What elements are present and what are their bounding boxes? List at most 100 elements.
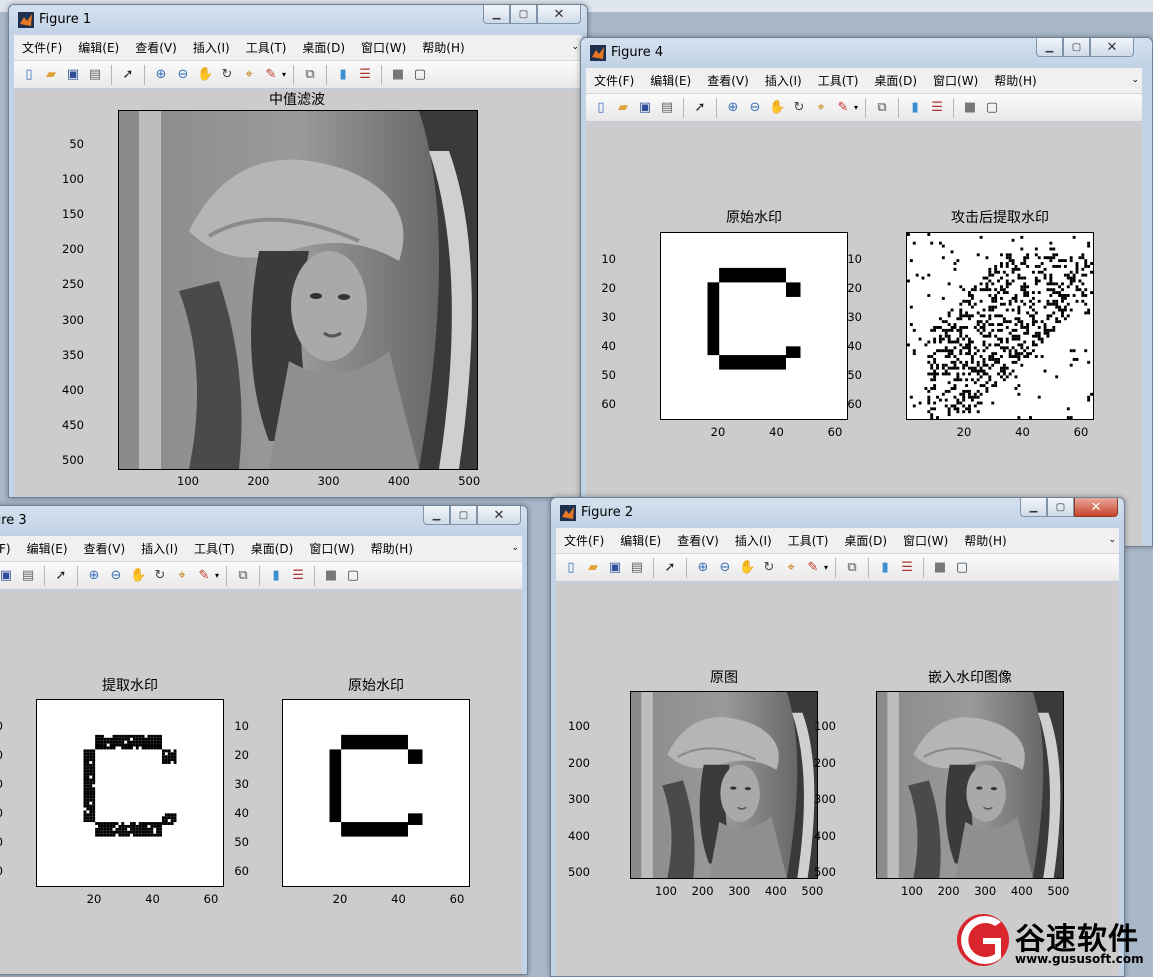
title-bar[interactable]: Figure 2 ▁ ▢ ✕ (551, 498, 1124, 528)
pointer-icon[interactable]: ➚ (53, 568, 69, 584)
menu-item[interactable]: 文件(F) (556, 532, 612, 549)
menu-item[interactable]: 桌面(D) (836, 532, 895, 549)
original-watermark-axes[interactable] (282, 699, 470, 887)
zoom-in-icon[interactable]: ⊕ (153, 67, 169, 83)
link-plot-icon[interactable]: ⧉ (235, 568, 251, 584)
minimize-button[interactable]: ▁ (483, 5, 510, 24)
save-icon[interactable]: ▣ (65, 67, 81, 83)
menu-item[interactable]: 工具(T) (780, 532, 837, 549)
pointer-icon[interactable]: ➚ (120, 67, 136, 83)
menu-item[interactable]: 文件(F) (14, 39, 70, 56)
rotate-3d-icon[interactable]: ↻ (761, 560, 777, 576)
menu-item[interactable]: 工具(T) (238, 39, 295, 56)
open-file-icon[interactable]: ▰ (615, 100, 631, 116)
show-plot-tools-icon[interactable]: ▢ (954, 560, 970, 576)
brush-dropdown-icon[interactable]: ▾ (854, 103, 858, 112)
rotate-3d-icon[interactable]: ↻ (219, 67, 235, 83)
pointer-icon[interactable]: ➚ (692, 100, 708, 116)
rotate-3d-icon[interactable]: ↻ (791, 100, 807, 116)
link-plot-icon[interactable]: ⧉ (874, 100, 890, 116)
pan-hand-icon[interactable]: ✋ (739, 560, 755, 576)
zoom-in-icon[interactable]: ⊕ (725, 100, 741, 116)
close-button[interactable]: ✕ (1074, 498, 1118, 517)
legend-icon[interactable]: ☰ (357, 67, 373, 83)
zoom-out-icon[interactable]: ⊖ (108, 568, 124, 584)
menu-item[interactable]: 插入(I) (185, 39, 238, 56)
menu-item[interactable]: 帮助(H) (414, 39, 472, 56)
hide-plot-tools-icon[interactable]: ■ (323, 568, 339, 584)
open-file-icon[interactable]: ▰ (43, 67, 59, 83)
menu-item[interactable]: 帮助(H) (956, 532, 1014, 549)
minimize-button[interactable]: ▁ (1020, 498, 1047, 517)
data-cursor-icon[interactable]: ⌖ (174, 568, 190, 584)
zoom-out-icon[interactable]: ⊖ (175, 67, 191, 83)
brush-icon[interactable]: ✎ (263, 67, 279, 83)
new-figure-icon[interactable]: ▯ (21, 67, 37, 83)
print-icon[interactable]: ▤ (87, 67, 103, 83)
zoom-out-icon[interactable]: ⊖ (717, 560, 733, 576)
pointer-icon[interactable]: ➚ (662, 560, 678, 576)
zoom-in-icon[interactable]: ⊕ (695, 560, 711, 576)
title-bar[interactable]: Figure 4 ▁ ▢ ✕ (581, 38, 1152, 68)
print-icon[interactable]: ▤ (659, 100, 675, 116)
maximize-button[interactable]: ▢ (450, 506, 477, 525)
show-plot-tools-icon[interactable]: ▢ (345, 568, 361, 584)
figure-2-window[interactable]: Figure 2 ▁ ▢ ✕ 文件(F) 编辑(E) 查看(V) 插入(I) 工具(T)… (550, 497, 1125, 977)
colorbar-icon[interactable]: ▮ (877, 560, 893, 576)
attacked-watermark-axes[interactable] (906, 232, 1094, 420)
watermark-axes-left[interactable] (660, 232, 848, 420)
menu-overflow-icon[interactable]: ⌄ (1131, 75, 1139, 85)
hide-plot-tools-icon[interactable]: ■ (390, 67, 406, 83)
legend-icon[interactable]: ☰ (290, 568, 306, 584)
menu-item[interactable]: 桌面(D) (866, 72, 925, 89)
menu-item[interactable]: 编辑(E) (612, 532, 669, 549)
save-icon[interactable]: ▣ (607, 560, 623, 576)
figure-4-window[interactable]: Figure 4 ▁ ▢ ✕ 文件(F) 编辑(E) 查看(V) 插入(I) 工具(T)… (580, 37, 1153, 547)
menu-item[interactable]: 编辑(E) (642, 72, 699, 89)
show-plot-tools-icon[interactable]: ▢ (412, 67, 428, 83)
title-bar[interactable]: Figure 1 ▁ ▢ ✕ (9, 5, 587, 35)
hide-plot-tools-icon[interactable]: ■ (962, 100, 978, 116)
open-file-icon[interactable]: ▰ (585, 560, 601, 576)
brush-icon[interactable]: ✎ (835, 100, 851, 116)
menu-item[interactable]: 文件(F) (586, 72, 642, 89)
legend-icon[interactable]: ☰ (929, 100, 945, 116)
menu-item[interactable]: 窗口(W) (925, 72, 986, 89)
print-icon[interactable]: ▤ (629, 560, 645, 576)
pan-hand-icon[interactable]: ✋ (769, 100, 785, 116)
menu-item[interactable]: F) (0, 542, 19, 556)
print-icon[interactable]: ▤ (20, 568, 36, 584)
watermarked-image-axes[interactable] (876, 691, 1064, 879)
title-bar[interactable]: ure 3 ▁ ▢ ✕ (0, 506, 527, 536)
new-figure-icon[interactable]: ▯ (593, 100, 609, 116)
menu-item[interactable]: 窗口(W) (895, 532, 956, 549)
menu-overflow-icon[interactable]: ⌄ (571, 42, 579, 52)
extracted-watermark-axes[interactable] (36, 699, 224, 887)
image-axes[interactable] (118, 110, 478, 470)
maximize-button[interactable]: ▢ (1063, 38, 1090, 57)
close-button[interactable]: ✕ (477, 506, 521, 525)
link-plot-icon[interactable]: ⧉ (302, 67, 318, 83)
data-cursor-icon[interactable]: ⌖ (241, 67, 257, 83)
brush-icon[interactable]: ✎ (805, 560, 821, 576)
new-figure-icon[interactable]: ▯ (563, 560, 579, 576)
minimize-button[interactable]: ▁ (1036, 38, 1063, 57)
menu-overflow-icon[interactable]: ⌄ (1108, 535, 1116, 545)
pan-hand-icon[interactable]: ✋ (197, 67, 213, 83)
menu-item[interactable]: 查看(V) (76, 540, 134, 557)
brush-dropdown-icon[interactable]: ▾ (824, 563, 828, 572)
zoom-in-icon[interactable]: ⊕ (86, 568, 102, 584)
pan-hand-icon[interactable]: ✋ (130, 568, 146, 584)
save-icon[interactable]: ▣ (0, 568, 14, 584)
colorbar-icon[interactable]: ▮ (907, 100, 923, 116)
link-plot-icon[interactable]: ⧉ (844, 560, 860, 576)
maximize-button[interactable]: ▢ (510, 5, 537, 24)
brush-dropdown-icon[interactable]: ▾ (282, 70, 286, 79)
figure-1-window[interactable]: Figure 1 ▁ ▢ ✕ 文件(F) 编辑(E) 查看(V) 插入(I) 工具(T)… (8, 4, 588, 498)
menu-item[interactable]: 插入(I) (133, 540, 186, 557)
menu-item[interactable]: 编辑(E) (70, 39, 127, 56)
colorbar-icon[interactable]: ▮ (335, 67, 351, 83)
brush-icon[interactable]: ✎ (196, 568, 212, 584)
zoom-out-icon[interactable]: ⊖ (747, 100, 763, 116)
menu-item[interactable]: 帮助(H) (986, 72, 1044, 89)
